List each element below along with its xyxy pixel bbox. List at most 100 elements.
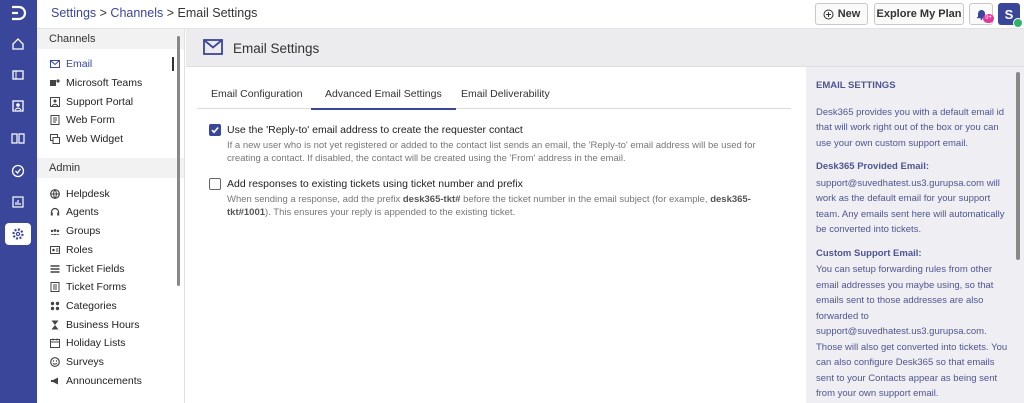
reply-to-option: Use the 'Reply-to' email address to crea…	[209, 124, 769, 169]
reply-to-label[interactable]: Use the 'Reply-to' email address to crea…	[227, 124, 523, 136]
sidebar-item-label: Microsoft Teams	[66, 77, 143, 90]
tab-email-deliverability[interactable]: Email Deliverability	[461, 88, 550, 100]
sidebar-item-groups[interactable]: Groups	[37, 222, 184, 241]
globe-icon	[50, 188, 60, 199]
surveys-icon	[50, 357, 60, 367]
sidebar-item-announcements[interactable]: Announcements	[37, 371, 184, 390]
breadcrumb-channels[interactable]: Channels	[110, 6, 163, 20]
custom-email-heading: Custom Support Email:	[816, 247, 922, 259]
sidebar-item-support-portal[interactable]: Support Portal	[37, 92, 184, 111]
breadcrumb-current: Email Settings	[177, 6, 258, 20]
sidebar-item-label: Categories	[66, 299, 117, 312]
hourglass-icon	[50, 320, 60, 330]
settings-sidebar: Channels Email Microsoft Teams Support P…	[37, 29, 185, 403]
fields-icon	[50, 264, 60, 274]
desc-text: When sending a response, add the prefix	[227, 194, 403, 205]
sidebar-item-label: Business Hours	[66, 318, 140, 331]
notifications-button[interactable]: 9+	[969, 3, 994, 25]
home-icon[interactable]	[9, 35, 27, 53]
sidebar-item-label: Ticket Forms	[66, 281, 127, 294]
sidebar-item-label: Helpdesk	[66, 187, 110, 200]
active-item-indicator	[172, 57, 174, 71]
user-avatar[interactable]: S	[998, 3, 1023, 28]
settings-tabs: Email Configuration Advanced Email Setti…	[197, 84, 791, 110]
sidebar-item-ticket-fields[interactable]: Ticket Fields	[37, 259, 184, 278]
contacts-icon[interactable]	[9, 97, 27, 115]
sidebar-item-label: Groups	[66, 225, 101, 238]
sidebar-item-agents[interactable]: Agents	[37, 203, 184, 222]
tab-advanced-email-settings[interactable]: Advanced Email Settings	[311, 88, 456, 110]
notification-count-badge: 9+	[983, 14, 994, 23]
explore-plan-label: Explore My Plan	[876, 8, 962, 20]
sidebar-item-label: Email	[66, 58, 93, 71]
help-panel: EMAIL SETTINGS Desk365 provides you with…	[806, 67, 1024, 403]
sidebar-item-label: Surveys	[66, 355, 104, 368]
sidebar-item-microsoft-teams[interactable]: Microsoft Teams	[37, 74, 184, 93]
sidebar-item-helpdesk[interactable]: Helpdesk	[37, 184, 184, 203]
sidebar-item-categories[interactable]: Categories	[37, 297, 184, 316]
portal-icon	[50, 96, 60, 107]
teams-icon	[50, 78, 60, 88]
mail-icon	[50, 59, 60, 69]
reply-to-checkbox[interactable]	[209, 124, 221, 136]
help-heading: EMAIL SETTINGS	[816, 80, 896, 91]
sidebar-item-holiday-lists[interactable]: Holiday Lists	[37, 334, 184, 353]
sidebar-item-label: Holiday Lists	[66, 337, 126, 350]
sidebar-item-label: Ticket Fields	[66, 262, 125, 275]
avatar-initial: S	[1004, 6, 1014, 22]
desc-text: before the ticket number in the email su…	[460, 194, 711, 205]
app-rail	[0, 0, 37, 403]
provided-email-heading: Desk365 Provided Email:	[816, 161, 929, 172]
prefix-example: desk365-tkt#	[402, 194, 461, 205]
form-icon	[50, 115, 60, 126]
megaphone-icon	[50, 376, 60, 386]
ticket-prefix-option: Add responses to existing tickets using …	[209, 178, 769, 223]
sidebar-item-business-hours[interactable]: Business Hours	[37, 315, 184, 334]
reports-icon[interactable]	[9, 193, 27, 211]
knowledge-base-icon[interactable]	[9, 129, 27, 147]
tasks-icon[interactable]	[9, 162, 27, 180]
groups-icon	[50, 226, 60, 236]
new-button-label: New	[837, 8, 861, 20]
headset-icon	[50, 207, 60, 217]
plus-circle-icon	[823, 9, 834, 20]
sidebar-item-roles[interactable]: Roles	[37, 241, 184, 260]
sidebar-item-email[interactable]: Email	[37, 55, 184, 74]
roles-icon	[50, 245, 60, 255]
sidebar-item-web-form[interactable]: Web Form	[37, 111, 184, 130]
custom-email-text: You can setup forwarding rules from othe…	[816, 264, 1008, 399]
new-button[interactable]: New	[815, 3, 868, 25]
settings-icon[interactable]	[5, 223, 31, 245]
forms-icon	[50, 282, 60, 293]
sidebar-item-surveys[interactable]: Surveys	[37, 353, 184, 372]
tab-email-configuration[interactable]: Email Configuration	[211, 88, 303, 100]
tickets-icon[interactable]	[9, 66, 27, 84]
sidebar-item-label: Roles	[66, 243, 93, 256]
sidebar-item-label: Web Form	[66, 114, 115, 127]
page-title: Email Settings	[233, 41, 320, 56]
reply-to-description: If a new user who is not yet registered …	[227, 140, 756, 164]
envelope-icon	[203, 39, 223, 58]
sidebar-scrollbar[interactable]	[177, 36, 180, 286]
breadcrumb-settings[interactable]: Settings	[51, 6, 96, 20]
categories-icon	[50, 301, 60, 311]
explore-plan-button[interactable]: Explore My Plan	[874, 3, 964, 25]
check-icon	[211, 126, 219, 134]
page-header: Email Settings	[186, 29, 1024, 67]
sidebar-item-label: Support Portal	[66, 95, 134, 108]
breadcrumb-separator: >	[96, 6, 111, 20]
sidebar-item-ticket-forms[interactable]: Ticket Forms	[37, 278, 184, 297]
help-panel-scrollbar[interactable]	[1016, 72, 1020, 260]
provided-email-text: support@suvedhatest.us3.gurupsa.com will…	[816, 177, 1005, 236]
sidebar-item-web-widget[interactable]: Web Widget	[37, 130, 184, 149]
admin-section-title: Admin	[37, 158, 184, 179]
help-intro: Desk365 provides you with a default emai…	[816, 106, 1004, 149]
sidebar-item-label: Announcements	[66, 374, 142, 387]
widget-icon	[50, 134, 60, 145]
ticket-prefix-label[interactable]: Add responses to existing tickets using …	[227, 178, 523, 190]
ticket-prefix-description: When sending a response, add the prefix …	[227, 193, 767, 219]
ticket-prefix-checkbox[interactable]	[209, 178, 221, 190]
desc-text: ). This ensures your reply is appended t…	[265, 207, 516, 218]
desk365-logo[interactable]	[9, 4, 27, 22]
channels-section-title: Channels	[37, 29, 184, 49]
